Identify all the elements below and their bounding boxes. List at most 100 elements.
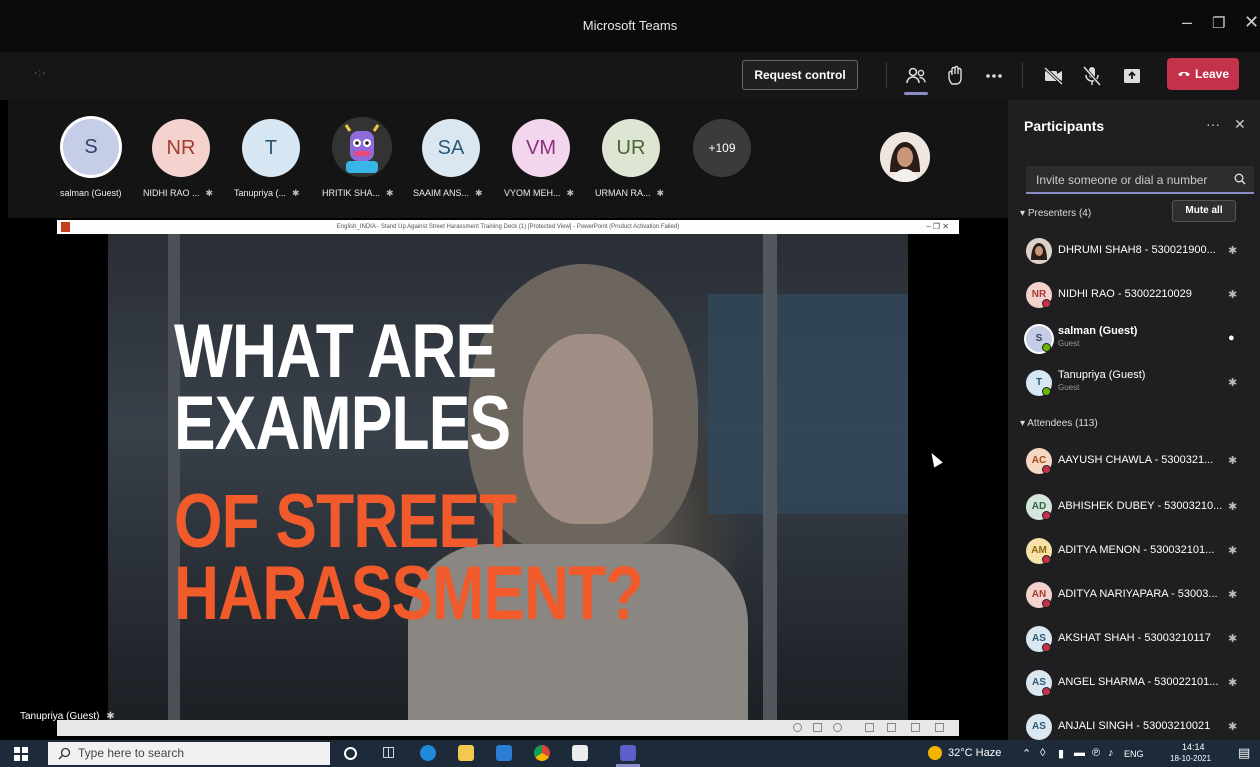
status-badge bbox=[1042, 599, 1051, 608]
teams-icon[interactable] bbox=[620, 745, 636, 761]
phone-hangup-icon bbox=[1178, 71, 1190, 77]
presentation-slide: WHAT ARE EXAMPLES OF STREET HARASSMENT? bbox=[108, 234, 908, 720]
tray-network-icon[interactable]: ◊ bbox=[1040, 747, 1045, 759]
status-badge bbox=[1042, 643, 1051, 652]
minimize-icon[interactable]: – bbox=[1182, 12, 1192, 33]
more-participants-button[interactable]: +109 bbox=[693, 119, 751, 177]
tray-date[interactable]: 18-10-2021 bbox=[1170, 754, 1211, 763]
tray-time[interactable]: 14:14 bbox=[1182, 742, 1205, 752]
window-title: Microsoft Teams bbox=[582, 18, 678, 33]
panel-more-icon[interactable]: ··· bbox=[1206, 116, 1220, 132]
slide-bus-pole bbox=[168, 234, 180, 720]
participants-active-indicator bbox=[904, 92, 928, 95]
close-icon[interactable]: ✕ bbox=[1244, 12, 1259, 33]
ppt-view-icon[interactable] bbox=[865, 723, 874, 732]
file-explorer-icon[interactable] bbox=[458, 745, 474, 761]
leave-button[interactable]: Leave bbox=[1167, 58, 1239, 90]
search-icon[interactable] bbox=[1234, 173, 1246, 185]
presenters-section-header[interactable]: ▾ Presenters (4) bbox=[1020, 208, 1091, 219]
tray-volume-icon[interactable]: ♪ bbox=[1108, 747, 1114, 759]
participant-row[interactable]: AC AAYUSH CHAWLA - 5300321... ✱ bbox=[1008, 442, 1260, 480]
mic-off-icon[interactable] bbox=[1080, 64, 1104, 88]
participant-name: NIDHI RAO ... ✱ bbox=[143, 188, 214, 198]
ppt-view-icon[interactable] bbox=[935, 723, 944, 732]
participant-row[interactable]: AS AKSHAT SHAH - 53003210117 ✱ bbox=[1008, 620, 1260, 658]
store-icon[interactable] bbox=[572, 745, 588, 761]
mic-off-icon: ✱ bbox=[1228, 245, 1238, 257]
participant-avatar-saaim[interactable]: SA bbox=[422, 119, 480, 177]
mail-icon[interactable] bbox=[496, 745, 512, 761]
status-badge bbox=[1042, 387, 1051, 396]
slide-bus-window bbox=[708, 294, 908, 514]
attendees-section-header[interactable]: ▾ Attendees (113) bbox=[1020, 418, 1098, 429]
status-badge bbox=[1042, 465, 1051, 474]
powerpoint-title-bar: English_INDIA - Stand Up Against Street … bbox=[57, 220, 959, 234]
ppt-window-controls-icon: – ❐ ✕ bbox=[926, 222, 949, 231]
participant-row[interactable]: AS ANGEL SHARMA - 530022101... ✱ bbox=[1008, 664, 1260, 702]
participant-avatar-hritik[interactable] bbox=[332, 117, 392, 177]
ppt-view-icon[interactable] bbox=[833, 723, 842, 732]
participant-avatar-salman[interactable]: S bbox=[60, 116, 122, 178]
panel-close-icon[interactable]: ✕ bbox=[1234, 116, 1246, 133]
weather-text[interactable]: 32°C Haze bbox=[948, 747, 1001, 759]
participant-avatar-nidhi[interactable]: NR bbox=[152, 119, 210, 177]
self-video-avatar[interactable] bbox=[880, 132, 930, 182]
participant-avatar-urman[interactable]: UR bbox=[602, 119, 660, 177]
cortana-icon[interactable] bbox=[344, 747, 357, 760]
profile-photo-image bbox=[880, 132, 930, 182]
mic-off-icon: ✱ bbox=[1228, 455, 1238, 467]
ppt-view-icon[interactable] bbox=[793, 723, 802, 732]
participant-role: Guest bbox=[1058, 383, 1080, 392]
mic-off-icon: ✱ bbox=[1228, 721, 1238, 733]
participant-row[interactable]: T Tanupriya (Guest) Guest ✱ bbox=[1008, 364, 1260, 402]
meeting-timer: -:- bbox=[34, 68, 47, 79]
participant-name: Tanupriya (Guest) bbox=[1058, 369, 1146, 381]
ppt-view-icon[interactable] bbox=[887, 723, 896, 732]
tray-language[interactable]: ENG bbox=[1124, 749, 1144, 759]
share-screen-icon[interactable] bbox=[1120, 64, 1144, 88]
task-view-icon[interactable]: ◫ bbox=[382, 743, 398, 759]
mute-all-button[interactable]: Mute all bbox=[1172, 200, 1236, 222]
request-control-button[interactable]: Request control bbox=[742, 60, 858, 90]
participant-name: SAAIM ANS... ✱ bbox=[413, 188, 483, 198]
cartoon-avatar-image bbox=[332, 117, 392, 177]
slide-heading-line-3: OF STREET bbox=[174, 479, 517, 564]
windows-taskbar: Type here to search ◫ 32°C Haze ⌃ ◊ ▮ ▬ … bbox=[0, 740, 1260, 767]
participant-role: Guest bbox=[1058, 339, 1080, 348]
edge-browser-icon[interactable] bbox=[420, 745, 436, 761]
notification-icon[interactable]: ▤ bbox=[1238, 745, 1250, 761]
participant-name: DHRUMI SHAH8 - 530021900... bbox=[1058, 244, 1216, 256]
participant-row[interactable]: AN ADITYA NARIYAPARA - 53003... ✱ bbox=[1008, 576, 1260, 614]
mic-off-icon: ✱ bbox=[1228, 633, 1238, 645]
invite-search-input[interactable]: Invite someone or dial a number bbox=[1026, 166, 1254, 194]
meeting-toolbar: -:- Request control Leave bbox=[0, 52, 1260, 100]
tray-mic-icon[interactable]: ▮ bbox=[1058, 747, 1064, 760]
tray-battery-icon[interactable]: ▬ bbox=[1074, 747, 1085, 759]
ppt-view-icon[interactable] bbox=[813, 723, 822, 732]
tray-wifi-icon[interactable]: ℗ bbox=[1092, 747, 1100, 759]
participant-row[interactable]: S salman (Guest) Guest ● bbox=[1008, 320, 1260, 358]
status-badge bbox=[1042, 511, 1051, 520]
chrome-icon[interactable] bbox=[534, 745, 550, 761]
participant-avatar-vyom[interactable]: VM bbox=[512, 119, 570, 177]
participant-row[interactable]: AD ABHISHEK DUBEY - 53003210... ✱ bbox=[1008, 488, 1260, 526]
participant-avatar: AS bbox=[1026, 714, 1052, 740]
ppt-view-icon[interactable] bbox=[911, 723, 920, 732]
participant-row[interactable]: NR NIDHI RAO - 53002210029 ✱ bbox=[1008, 276, 1260, 314]
participant-row[interactable]: DHRUMI SHAH8 - 530021900... ✱ bbox=[1008, 232, 1260, 270]
windows-start-icon[interactable] bbox=[14, 747, 28, 761]
toolbar-divider bbox=[886, 62, 887, 88]
powerpoint-status-bar bbox=[57, 720, 959, 736]
participants-icon[interactable] bbox=[904, 64, 928, 88]
tray-chevron-icon[interactable]: ⌃ bbox=[1022, 747, 1031, 760]
camera-off-icon[interactable] bbox=[1042, 64, 1066, 88]
leave-label: Leave bbox=[1195, 67, 1230, 81]
taskbar-search-input[interactable]: Type here to search bbox=[48, 742, 330, 765]
restore-icon[interactable]: ❐ bbox=[1212, 14, 1225, 32]
participant-avatar-tanupriya[interactable]: T bbox=[242, 119, 300, 177]
raise-hand-icon[interactable] bbox=[944, 64, 968, 88]
mic-off-icon: ✱ bbox=[1228, 545, 1238, 557]
more-options-icon[interactable] bbox=[982, 64, 1006, 88]
participant-row[interactable]: AM ADITYA MENON - 530032101... ✱ bbox=[1008, 532, 1260, 570]
participant-row[interactable]: AS ANJALI SINGH - 53003210021 ✱ bbox=[1008, 708, 1260, 740]
